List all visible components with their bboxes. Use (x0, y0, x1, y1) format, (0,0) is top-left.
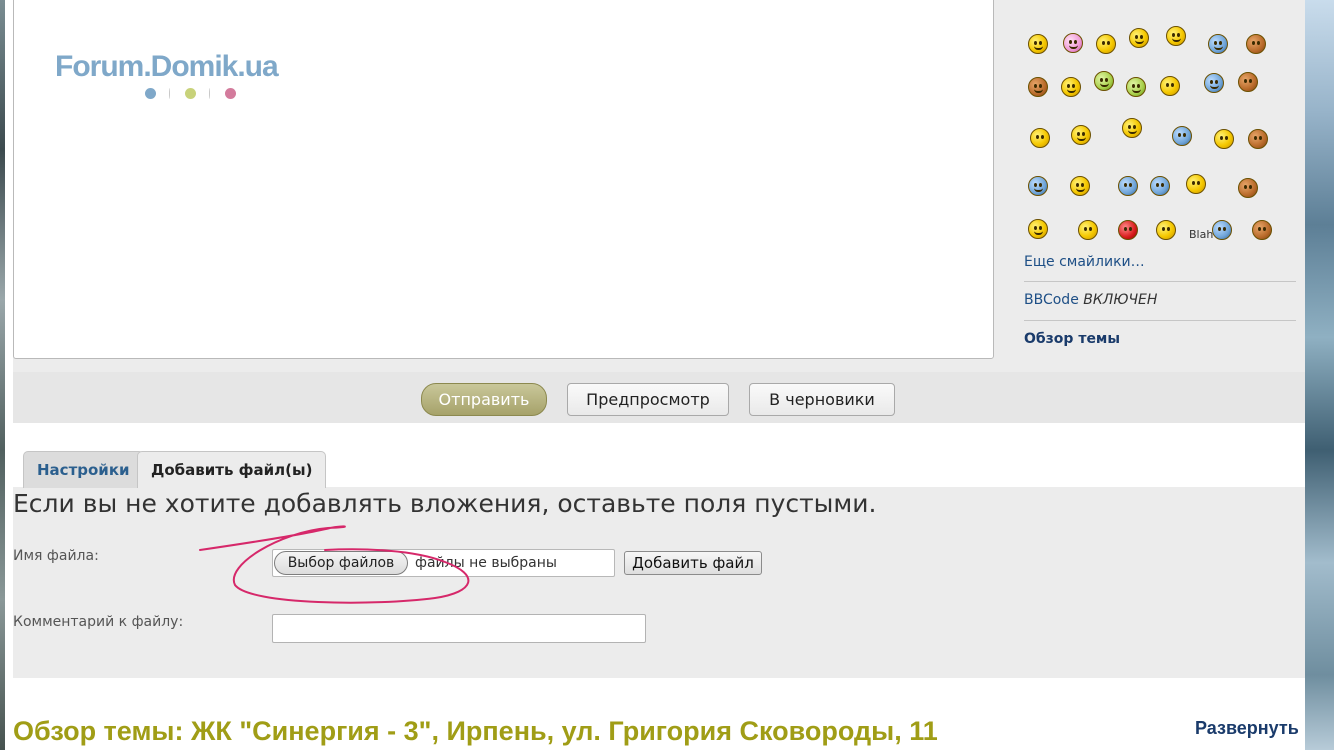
smiley-confused-icon[interactable] (1204, 73, 1224, 93)
smiley-tentacle-icon[interactable] (1172, 126, 1192, 146)
smiley-blah-label: Blah (1189, 228, 1214, 241)
smiley-frown-icon[interactable] (1238, 178, 1258, 198)
smiley-wizard-icon[interactable] (1122, 118, 1142, 138)
logo-separator (209, 88, 210, 99)
smiley-facepalm-icon[interactable] (1030, 128, 1050, 148)
background-photo-right (1305, 0, 1334, 750)
editor-sidebar: Blah Еще смайлики… BBCode ВКЛЮЧЕН Обзор … (1016, 0, 1298, 372)
smiley-tired-icon[interactable] (1070, 176, 1090, 196)
smiley-cool-icon[interactable] (1028, 34, 1048, 54)
smiley-speaker-icon[interactable] (1028, 219, 1048, 239)
smiley-sick-icon[interactable] (1094, 71, 1114, 91)
smiley-hit-icon[interactable] (1156, 220, 1176, 240)
add-file-button[interactable]: Добавить файл (624, 551, 762, 575)
smiley-kiss-icon[interactable] (1063, 33, 1083, 53)
bbcode-state: ВКЛЮЧЕН (1083, 292, 1158, 308)
logo-dots (145, 88, 245, 100)
topic-overview-title: Обзор темы: ЖК "Синергия - 3", Ирпень, у… (13, 716, 938, 746)
smiley-sign-icon[interactable] (1078, 220, 1098, 240)
bbcode-status: BBCode ВКЛЮЧЕН (1024, 292, 1157, 308)
logo-separator (169, 88, 170, 99)
save-draft-button[interactable]: В черновики (749, 383, 895, 416)
smiley-graduate-icon[interactable] (1071, 125, 1091, 145)
smiley-blah-icon[interactable] (1212, 220, 1232, 240)
submit-button[interactable]: Отправить (421, 383, 547, 416)
preview-button[interactable]: Предпросмотр (567, 383, 729, 416)
submit-button-bar: Отправить Предпросмотр В черновики (13, 372, 1305, 423)
sidebar-divider (1024, 320, 1296, 321)
smiley-fight-icon[interactable] (1118, 220, 1138, 240)
smiley-detective-icon[interactable] (1208, 34, 1228, 54)
logo-dot-green (185, 88, 196, 99)
logo-dot-pink (225, 88, 236, 99)
sidebar-divider (1024, 281, 1296, 282)
bbcode-link[interactable]: BBCode (1024, 292, 1079, 308)
smiley-scratch-icon[interactable] (1238, 72, 1258, 92)
smiley-nauseous-icon[interactable] (1126, 77, 1146, 97)
file-name-label: Имя файла: (13, 548, 99, 564)
logo-dot-blue (145, 88, 156, 99)
file-comment-input[interactable] (272, 614, 646, 643)
expand-link[interactable]: Развернуть (1195, 718, 1305, 739)
red-circle-annotation (199, 525, 470, 604)
smiley-tuxedo-icon[interactable] (1129, 28, 1149, 48)
tab-settings[interactable]: Настройки (23, 451, 144, 488)
smiley-cheer-icon[interactable] (1166, 26, 1186, 46)
smiley-running-icon[interactable] (1186, 174, 1206, 194)
smiley-shocked-icon[interactable] (1118, 176, 1138, 196)
forum-logo: Forum.Domik.ua (55, 50, 279, 83)
attachments-note: Если вы не хотите добавлять вложения, ос… (13, 489, 877, 518)
smiley-angry-icon[interactable] (1248, 129, 1268, 149)
thumbs-down-icon[interactable] (1252, 220, 1272, 240)
smiley-scared-icon[interactable] (1150, 176, 1170, 196)
smiley-smile-icon[interactable] (1061, 77, 1081, 97)
smiley-crawl-icon[interactable] (1160, 76, 1180, 96)
smiley-laugh-icon[interactable] (1028, 77, 1048, 97)
smiley-sad-icon[interactable] (1214, 129, 1234, 149)
thumbs-up-icon[interactable] (1246, 34, 1266, 54)
tab-add-files[interactable]: Добавить файл(ы) (137, 451, 327, 488)
more-smileys-link[interactable]: Еще смайлики… (1024, 254, 1145, 270)
smiley-shades-icon[interactable] (1028, 176, 1048, 196)
file-comment-label: Комментарий к файлу: (13, 614, 184, 630)
topic-overview-link[interactable]: Обзор темы (1024, 331, 1120, 347)
smiley-neutral-icon[interactable] (1096, 34, 1116, 54)
background-photo-left (0, 0, 5, 750)
